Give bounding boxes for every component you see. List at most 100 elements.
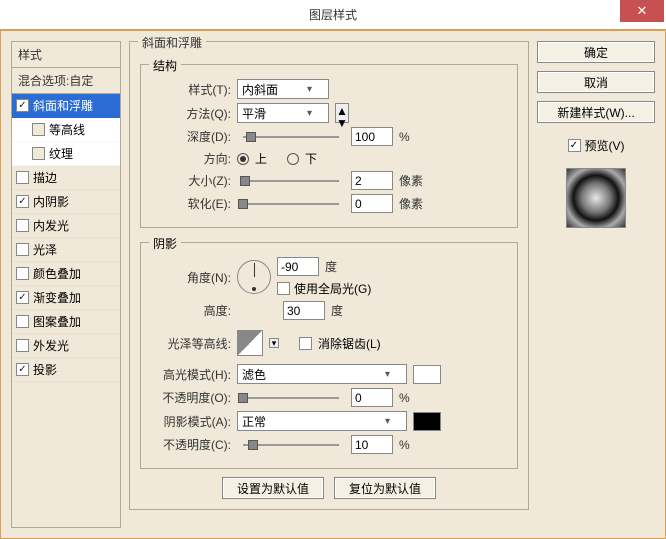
close-button[interactable]: ✕ [620, 0, 664, 22]
new-style-button[interactable]: 新建样式(W)... [537, 101, 655, 123]
gloss-contour-picker[interactable] [237, 330, 263, 356]
sidebar-item-contour[interactable]: 等高线 [12, 118, 120, 142]
style-label: 样式(T): [153, 81, 231, 98]
check-icon[interactable] [16, 315, 29, 328]
depth-unit: % [399, 130, 410, 144]
size-label: 大小(Z): [153, 172, 231, 189]
ok-button[interactable]: 确定 [537, 41, 655, 63]
preview-label: 预览(V) [585, 137, 625, 154]
shading-legend: 阴影 [149, 235, 181, 252]
size-input[interactable]: 2 [351, 171, 393, 190]
chevron-down-icon: ▾ [307, 108, 312, 119]
angle-dial[interactable] [237, 260, 271, 294]
antialias-label: 消除锯齿(L) [318, 335, 381, 352]
method-stepper[interactable]: ▲▼ [335, 103, 349, 123]
up-label: 上 [255, 150, 267, 167]
check-icon[interactable]: ✓ [16, 99, 29, 112]
altitude-unit: 度 [331, 302, 343, 319]
reset-default-button[interactable]: 复位为默认值 [334, 477, 436, 499]
check-icon[interactable] [16, 243, 29, 256]
sidebar-item-label: 颜色叠加 [33, 265, 81, 282]
sidebar-item-label: 投影 [33, 361, 57, 378]
sidebar-item-stroke[interactable]: 描边 [12, 166, 120, 190]
sidebar-item-outerglow[interactable]: 外发光 [12, 334, 120, 358]
highlight-opacity-input[interactable]: 0 [351, 388, 393, 407]
sidebar-item-coloroverlay[interactable]: 颜色叠加 [12, 262, 120, 286]
sidebar-item-texture[interactable]: 纹理 [12, 142, 120, 166]
main-panel: 斜面和浮雕 结构 样式(T): 内斜面▾ 方法(Q): 平滑▾ ▲▼ 深度(D)… [129, 41, 529, 528]
structure-group: 结构 样式(T): 内斜面▾ 方法(Q): 平滑▾ ▲▼ 深度(D): 100 … [140, 64, 518, 228]
check-icon[interactable]: ✓ [16, 195, 29, 208]
check-icon[interactable] [16, 339, 29, 352]
depth-label: 深度(D): [153, 128, 231, 145]
antialias-checkbox[interactable] [299, 337, 312, 350]
style-select[interactable]: 内斜面▾ [237, 79, 329, 99]
sidebar-item-gradientoverlay[interactable]: ✓渐变叠加 [12, 286, 120, 310]
angle-label: 角度(N): [153, 269, 231, 286]
sidebar-item-innershadow[interactable]: ✓内阴影 [12, 190, 120, 214]
sidebar-item-label: 描边 [33, 169, 57, 186]
size-slider[interactable] [243, 176, 339, 186]
sidebar-item-dropshadow[interactable]: ✓ 投影 [12, 358, 120, 382]
highlight-color-swatch[interactable] [413, 365, 441, 384]
direction-down-radio[interactable] [287, 153, 299, 165]
sidebar-subheader[interactable]: 混合选项:自定 [12, 68, 120, 94]
check-icon[interactable]: ✓ [16, 363, 29, 376]
chevron-down-icon: ▾ [385, 369, 390, 380]
soften-unit: 像素 [399, 195, 423, 212]
angle-unit: 度 [325, 258, 337, 275]
opacity2-label: 不透明度(C): [153, 436, 231, 453]
sidebar-item-label: 光泽 [33, 241, 57, 258]
highlight-mode-label: 高光模式(H): [153, 366, 231, 383]
highlight-mode-select[interactable]: 滤色▾ [237, 364, 407, 384]
check-icon[interactable] [16, 171, 29, 184]
highlight-opacity-slider[interactable] [243, 393, 339, 403]
titlebar: 图层样式 ✕ [0, 0, 666, 30]
sidebar-item-label: 图案叠加 [33, 313, 81, 330]
global-light-checkbox[interactable] [277, 282, 290, 295]
shadow-color-swatch[interactable] [413, 412, 441, 431]
check-icon[interactable] [16, 219, 29, 232]
check-icon[interactable]: ✓ [16, 291, 29, 304]
shadow-mode-label: 阴影模式(A): [153, 413, 231, 430]
direction-up-radio[interactable] [237, 153, 249, 165]
sidebar-item-patternoverlay[interactable]: 图案叠加 [12, 310, 120, 334]
bevel-fieldset: 斜面和浮雕 结构 样式(T): 内斜面▾ 方法(Q): 平滑▾ ▲▼ 深度(D)… [129, 41, 529, 510]
angle-input[interactable]: -90 [277, 257, 319, 276]
global-light-label: 使用全局光(G) [294, 280, 371, 297]
altitude-label: 高度: [153, 302, 231, 319]
size-unit: 像素 [399, 172, 423, 189]
shadow-mode-select[interactable]: 正常▾ [237, 411, 407, 431]
chevron-down-icon[interactable]: ▾ [269, 338, 279, 348]
sidebar-item-bevel[interactable]: ✓ 斜面和浮雕 [12, 94, 120, 118]
sidebar-item-label: 内发光 [33, 217, 69, 234]
right-column: 确定 取消 新建样式(W)... ✓ 预览(V) [537, 41, 655, 528]
dialog-body: 样式 混合选项:自定 ✓斜面和浮雕 等高线 纹理 描边 ✓内阴影 内发光 光泽 … [0, 30, 666, 539]
set-default-button[interactable]: 设置为默认值 [222, 477, 324, 499]
structure-legend: 结构 [149, 57, 181, 74]
depth-input[interactable]: 100 [351, 127, 393, 146]
sidebar-item-innerglow[interactable]: 内发光 [12, 214, 120, 238]
down-label: 下 [305, 150, 317, 167]
sidebar-item-satin[interactable]: 光泽 [12, 238, 120, 262]
preview-checkbox[interactable]: ✓ [568, 139, 581, 152]
chevron-down-icon: ▾ [385, 416, 390, 427]
shadow-opacity-input[interactable]: 10 [351, 435, 393, 454]
sidebar-item-label: 纹理 [49, 145, 73, 162]
window-title: 图层样式 [0, 6, 666, 23]
sidebar-header: 样式 [12, 42, 120, 68]
sidebar-item-label: 斜面和浮雕 [33, 97, 93, 114]
check-icon[interactable] [32, 147, 45, 160]
soften-input[interactable]: 0 [351, 194, 393, 213]
method-select[interactable]: 平滑▾ [237, 103, 329, 123]
method-label: 方法(Q): [153, 105, 231, 122]
soften-slider[interactable] [243, 199, 339, 209]
shadow-opacity-slider[interactable] [243, 440, 339, 450]
check-icon[interactable] [32, 123, 45, 136]
altitude-input[interactable]: 30 [283, 301, 325, 320]
cancel-button[interactable]: 取消 [537, 71, 655, 93]
check-icon[interactable] [16, 267, 29, 280]
depth-slider[interactable] [243, 132, 339, 142]
preview-thumbnail [566, 168, 626, 228]
panel-title: 斜面和浮雕 [138, 34, 206, 51]
